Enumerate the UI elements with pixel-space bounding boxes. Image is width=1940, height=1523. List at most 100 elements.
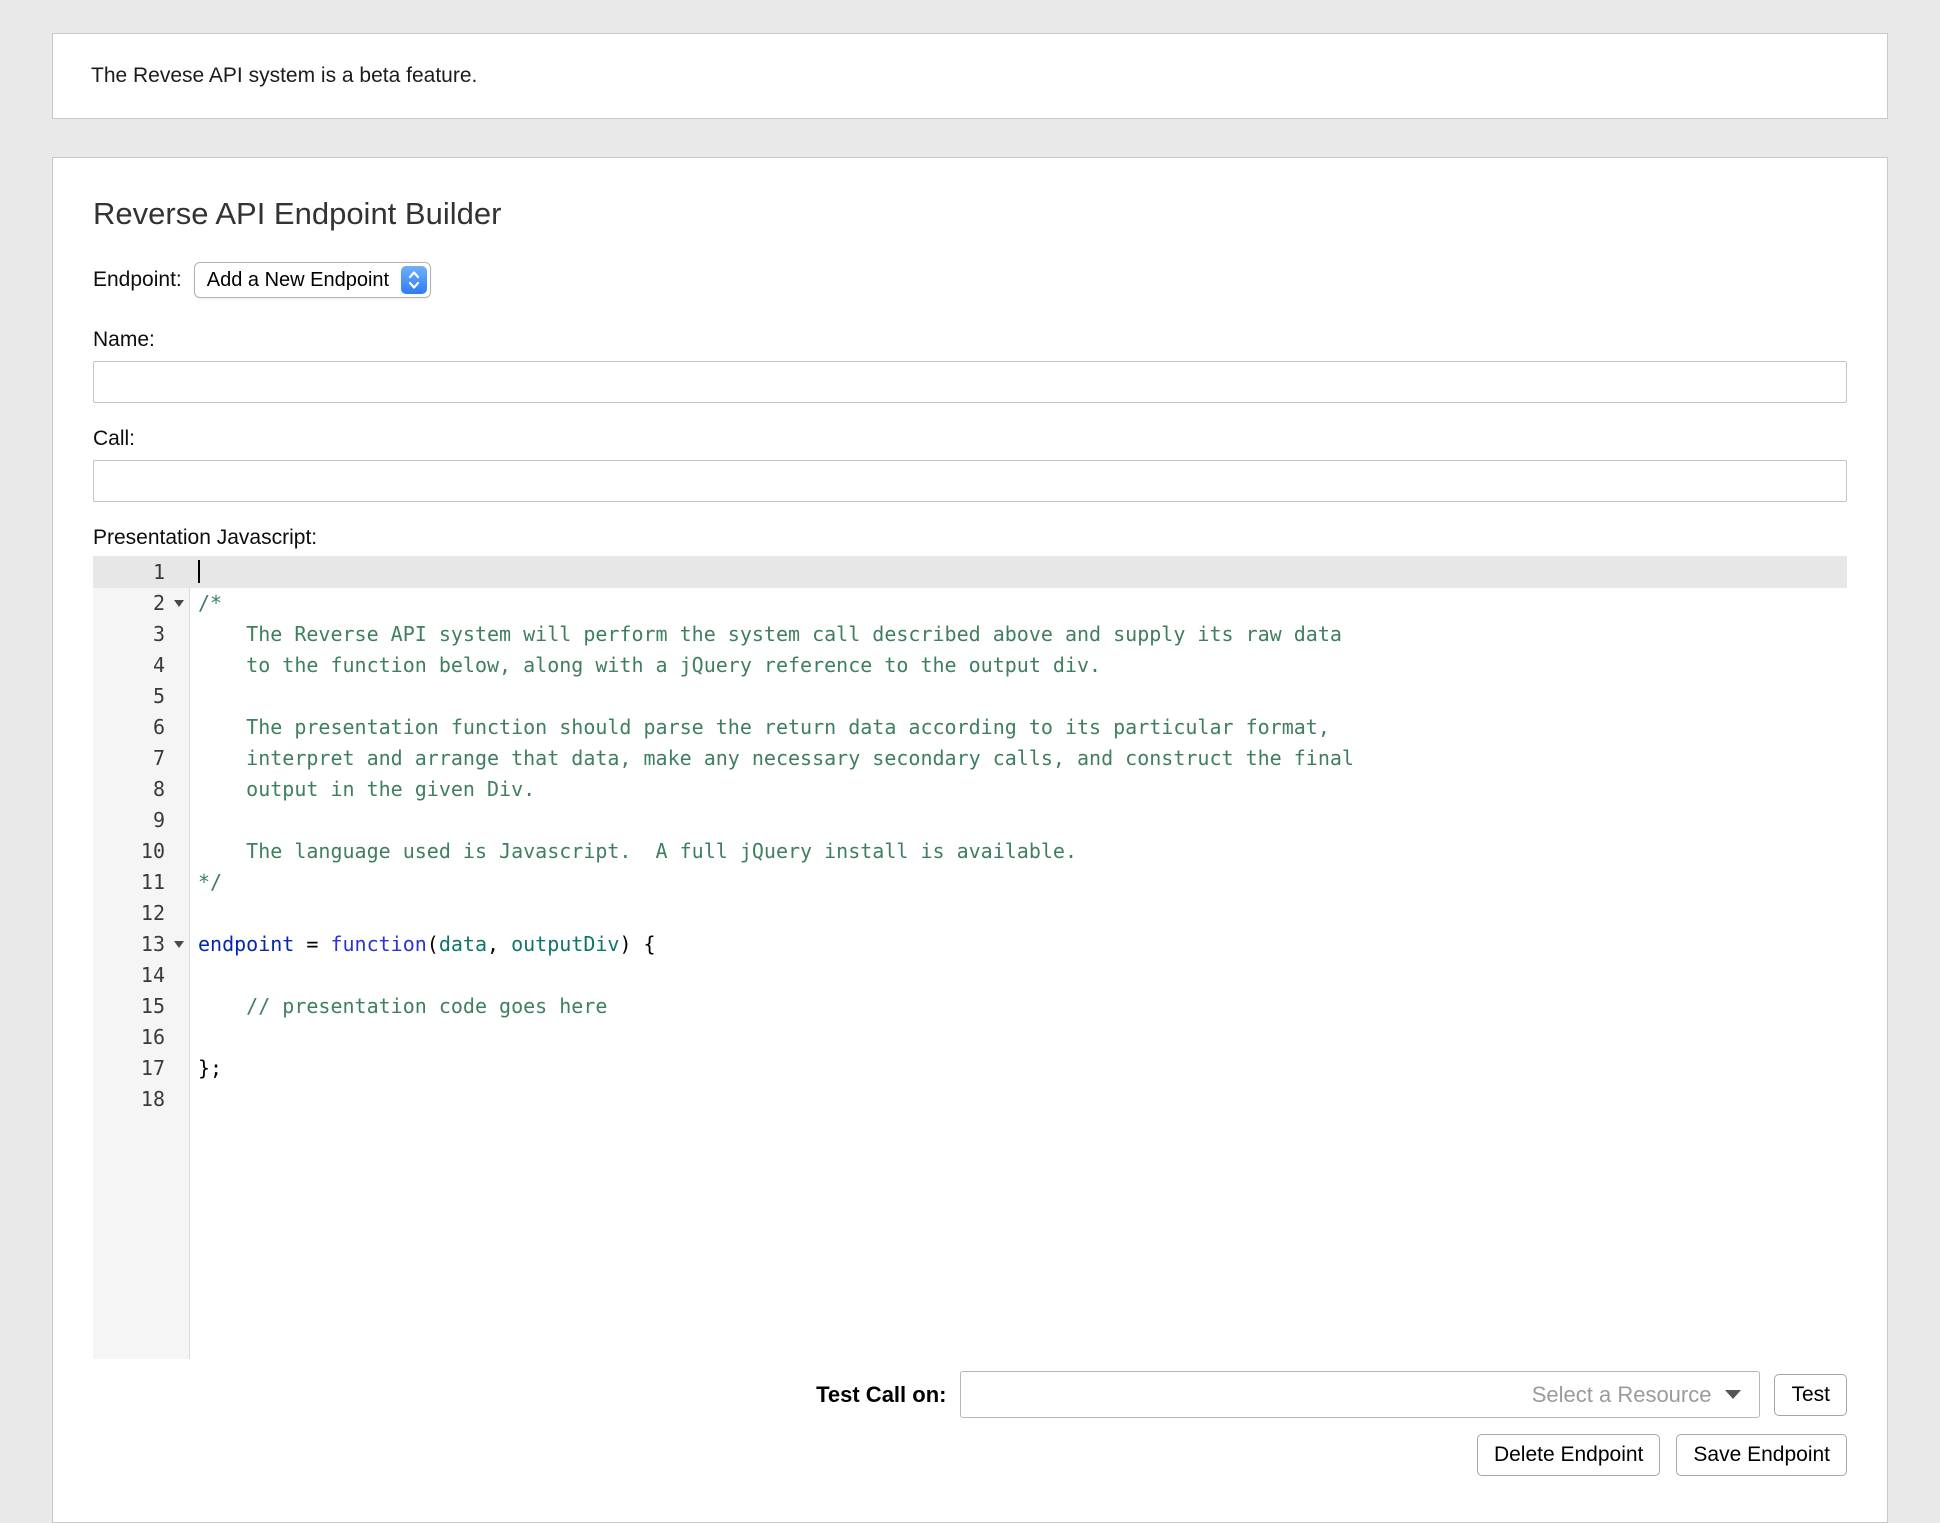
line-number: 2 [93,588,169,619]
code-token: The presentation function should parse t… [198,715,1330,739]
code-line-text[interactable]: endpoint = function(data, outputDiv) { [189,929,656,960]
code-line[interactable]: 6 The presentation function should parse… [93,712,1847,743]
code-line-text[interactable] [189,805,198,836]
test-button[interactable]: Test [1774,1374,1847,1416]
code-line-text[interactable]: output in the given Div. [189,774,535,805]
code-line-text[interactable] [189,960,198,991]
code-line-text[interactable]: The Reverse API system will perform the … [189,619,1342,650]
code-line[interactable]: 16 [93,1022,1847,1053]
code-token: , [487,932,511,956]
line-gutter: 13 [93,929,189,960]
name-field: Name: [93,328,1847,403]
code-line[interactable]: 9 [93,805,1847,836]
code-line[interactable]: 7 interpret and arrange that data, make … [93,743,1847,774]
code-line[interactable]: 1 [93,556,1847,588]
code-line[interactable]: 13endpoint = function(data, outputDiv) { [93,929,1847,960]
code-line[interactable]: 5 [93,681,1847,712]
code-token: ) { [619,932,655,956]
code-line-text[interactable]: */ [189,867,222,898]
code-line-text[interactable]: /* [189,588,222,619]
presentation-js-label: Presentation Javascript: [93,526,1847,550]
code-token: output in the given Div. [198,777,535,801]
code-line[interactable]: 8 output in the given Div. [93,774,1847,805]
code-line[interactable]: 12 [93,898,1847,929]
code-line-text[interactable]: // presentation code goes here [189,991,607,1022]
name-label: Name: [93,328,1847,352]
line-gutter: 6 [93,712,189,743]
code-line[interactable]: 11 */ [93,867,1847,898]
fold-arrow-icon[interactable] [174,600,184,607]
line-number: 6 [93,712,169,743]
code-line-text[interactable]: The presentation function should parse t… [189,712,1330,743]
call-label: Call: [93,427,1847,451]
endpoint-label: Endpoint: [93,268,182,292]
line-number: 10 [93,836,169,867]
code-line[interactable]: 15 // presentation code goes here [93,991,1847,1022]
code-line-text[interactable] [189,681,198,712]
line-gutter: 17 [93,1053,189,1084]
code-editor[interactable]: 12 /* 3 The Reverse API system will perfor… [93,556,1847,1359]
code-line-text[interactable]: to the function below, along with a jQue… [189,650,1101,681]
code-token: // presentation code goes here [198,994,607,1018]
line-number: 4 [93,650,169,681]
line-gutter: 2 [93,588,189,619]
fold-arrow-icon[interactable] [174,941,184,948]
code-token: /* [198,591,222,615]
resource-select[interactable]: Select a Resource [960,1371,1760,1418]
line-number: 11 [93,867,169,898]
code-token: interpret and arrange that data, make an… [198,746,1354,770]
code-line-text[interactable] [189,556,200,588]
endpoint-select[interactable]: Add a New Endpoint [194,262,431,298]
delete-endpoint-button[interactable]: Delete Endpoint [1477,1434,1660,1476]
line-gutter: 16 [93,1022,189,1053]
line-gutter: 10 [93,836,189,867]
beta-banner-text: The Revese API system is a beta feature. [91,64,477,87]
code-line[interactable]: 4 to the function below, along with a jQ… [93,650,1847,681]
code-line[interactable]: 17}; [93,1053,1847,1084]
line-number: 15 [93,991,169,1022]
code-token: The Reverse API system will perform the … [198,622,1342,646]
select-stepper-icon [401,266,427,294]
line-number: 7 [93,743,169,774]
code-token: endpoint [198,932,294,956]
code-token: outputDiv [511,932,619,956]
code-line-text[interactable] [189,1084,198,1115]
line-gutter: 3 [93,619,189,650]
endpoint-row: Endpoint: Add a New Endpoint [93,262,1847,298]
code-token: data [439,932,487,956]
code-token: The language used is Javascript. A full … [198,839,1077,863]
line-number: 12 [93,898,169,929]
endpoint-builder-panel: Reverse API Endpoint Builder Endpoint: A… [52,157,1888,1523]
line-number: 3 [93,619,169,650]
code-token: function [330,932,426,956]
resource-select-placeholder: Select a Resource [1532,1382,1712,1408]
code-token: */ [198,870,222,894]
line-number: 8 [93,774,169,805]
line-gutter: 8 [93,774,189,805]
name-input[interactable] [93,361,1847,403]
call-input[interactable] [93,460,1847,502]
line-gutter: 12 [93,898,189,929]
code-line[interactable]: 18 [93,1084,1847,1115]
code-line-text[interactable]: The language used is Javascript. A full … [189,836,1077,867]
save-endpoint-button[interactable]: Save Endpoint [1676,1434,1847,1476]
code-line[interactable]: 2 /* [93,588,1847,619]
test-call-label: Test Call on: [816,1382,946,1408]
endpoint-select-value: Add a New Endpoint [207,269,389,292]
code-line-text[interactable]: interpret and arrange that data, make an… [189,743,1354,774]
line-gutter: 14 [93,960,189,991]
code-line[interactable]: 3 The Reverse API system will perform th… [93,619,1847,650]
fold-slot [169,941,189,948]
code-line[interactable]: 10 The language used is Javascript. A fu… [93,836,1847,867]
line-number: 18 [93,1084,169,1115]
code-line-text[interactable] [189,898,198,929]
line-number: 16 [93,1022,169,1053]
line-gutter: 5 [93,681,189,712]
code-lines: 12 /* 3 The Reverse API system will perfor… [93,556,1847,1115]
code-line-text[interactable]: }; [189,1053,222,1084]
beta-banner: The Revese API system is a beta feature. [52,33,1888,119]
line-gutter: 1 [93,556,189,588]
page-title: Reverse API Endpoint Builder [93,196,1847,232]
code-line-text[interactable] [189,1022,198,1053]
code-line[interactable]: 14 [93,960,1847,991]
